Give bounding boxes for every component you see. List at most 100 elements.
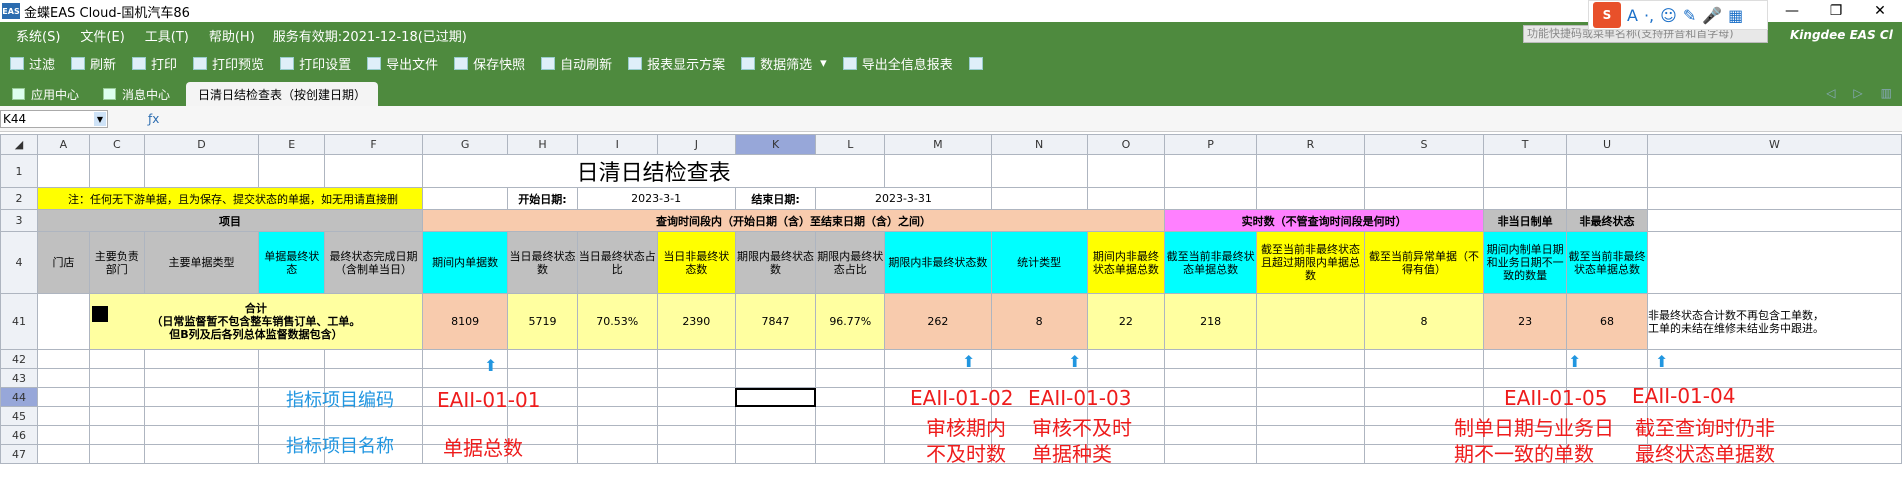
cell[interactable] bbox=[37, 349, 90, 369]
cell[interactable] bbox=[990, 154, 1088, 188]
filter-button[interactable]: 过滤 bbox=[10, 54, 55, 73]
value-T[interactable]: 23 bbox=[1483, 293, 1568, 350]
value-U[interactable]: 68 bbox=[1566, 293, 1648, 350]
value-P[interactable]: 218 bbox=[1164, 293, 1258, 350]
cell[interactable] bbox=[1483, 368, 1568, 388]
header-G[interactable]: 期间内单据数 bbox=[421, 231, 509, 294]
header-P[interactable]: 截至当前非最终状态单据总数 bbox=[1164, 231, 1258, 294]
value-N[interactable]: 8 bbox=[990, 293, 1088, 350]
chevron-down-icon[interactable]: ▼ bbox=[94, 111, 106, 126]
remark-cell[interactable]: 非最终状态合计数不再包含工单数， 工单的未结在维修未结业务中跟进。 bbox=[1646, 293, 1902, 350]
cell[interactable] bbox=[37, 444, 90, 464]
row-header-2[interactable]: 2 bbox=[0, 187, 39, 210]
tab-app-center[interactable]: 应用中心 bbox=[0, 82, 91, 106]
total-label-cell[interactable]: 合计 （日常监督暂不包含整车销售订单、工单。 但B列及后各列总体监督数据包含） bbox=[88, 293, 423, 350]
cell[interactable] bbox=[88, 406, 145, 426]
header-finaldate[interactable]: 最终状态完成日期（含制单当日） bbox=[324, 231, 423, 294]
cell[interactable] bbox=[507, 368, 578, 388]
cell[interactable] bbox=[143, 368, 260, 388]
header-dept[interactable]: 主要负责部门 bbox=[88, 231, 145, 294]
print-settings-button[interactable]: 打印设置 bbox=[280, 54, 351, 73]
value-K[interactable]: 7847 bbox=[734, 293, 817, 350]
value-G[interactable]: 8109 bbox=[421, 293, 509, 350]
cell[interactable] bbox=[1086, 154, 1166, 188]
col-header-U[interactable]: U bbox=[1566, 134, 1648, 155]
cell[interactable] bbox=[143, 406, 260, 426]
ime-pen-icon[interactable]: ✎ bbox=[1683, 6, 1696, 25]
cell[interactable] bbox=[1646, 154, 1902, 188]
col-header-G[interactable]: G bbox=[421, 134, 509, 155]
col-header-H[interactable]: H bbox=[507, 134, 578, 155]
value-L[interactable]: 96.77% bbox=[815, 293, 886, 350]
cell[interactable] bbox=[1483, 349, 1568, 369]
cell[interactable] bbox=[656, 368, 736, 388]
cell[interactable] bbox=[37, 406, 90, 426]
auto-refresh-button[interactable]: 自动刷新 bbox=[541, 54, 612, 73]
cell[interactable] bbox=[656, 444, 736, 464]
row-header-47[interactable]: 47 bbox=[0, 444, 39, 464]
tab-first-icon[interactable]: ◁ bbox=[1826, 86, 1835, 100]
cell[interactable] bbox=[37, 425, 90, 445]
cell[interactable] bbox=[1256, 187, 1365, 210]
cell[interactable] bbox=[1164, 349, 1258, 369]
cell[interactable] bbox=[88, 349, 145, 369]
cell[interactable] bbox=[143, 444, 260, 464]
header-N[interactable]: 统计类型 bbox=[990, 231, 1088, 294]
cell[interactable] bbox=[1164, 154, 1258, 188]
value-H[interactable]: 5719 bbox=[507, 293, 578, 350]
col-header-R[interactable]: R bbox=[1256, 134, 1365, 155]
header-type[interactable]: 主要单据类型 bbox=[143, 231, 260, 294]
col-header-L[interactable]: L bbox=[815, 134, 886, 155]
cell[interactable] bbox=[1086, 368, 1166, 388]
print-button[interactable]: 打印 bbox=[132, 54, 177, 73]
corner-cell[interactable]: ◢ bbox=[0, 134, 39, 155]
col-header-P[interactable]: P bbox=[1164, 134, 1258, 155]
cell[interactable] bbox=[258, 349, 326, 369]
cell[interactable] bbox=[88, 425, 145, 445]
col-header-K[interactable]: K bbox=[734, 134, 817, 155]
cell[interactable] bbox=[990, 368, 1088, 388]
ime-mic-icon[interactable]: 🎤 bbox=[1702, 6, 1722, 25]
row-header-41[interactable]: 41 bbox=[0, 293, 39, 350]
cell[interactable] bbox=[815, 406, 886, 426]
cell-name-box[interactable]: K44 ▼ bbox=[0, 109, 108, 128]
col-header-I[interactable]: I bbox=[576, 134, 658, 155]
group-realtime-header[interactable]: 实时数（不管查询时间段是何时） bbox=[1164, 209, 1485, 232]
col-header-E[interactable]: E bbox=[258, 134, 326, 155]
col-header-J[interactable]: J bbox=[656, 134, 736, 155]
cell[interactable] bbox=[1363, 187, 1485, 210]
cell[interactable] bbox=[576, 425, 658, 445]
cell[interactable] bbox=[1646, 349, 1902, 369]
tab-message-center[interactable]: 消息中心 bbox=[91, 82, 182, 106]
cell[interactable] bbox=[656, 406, 736, 426]
cell[interactable] bbox=[1483, 187, 1568, 210]
row-header-46[interactable]: 46 bbox=[0, 425, 39, 445]
menu-help[interactable]: 帮助(H) bbox=[209, 26, 255, 45]
cell[interactable] bbox=[1164, 425, 1258, 445]
refresh-button[interactable]: 刷新 bbox=[71, 54, 116, 73]
value-I[interactable]: 70.53% bbox=[576, 293, 658, 350]
ime-font-icon[interactable]: A bbox=[1627, 6, 1638, 25]
cell[interactable] bbox=[88, 154, 145, 188]
value-R[interactable] bbox=[1256, 293, 1365, 350]
cell[interactable] bbox=[576, 406, 658, 426]
cell[interactable] bbox=[1363, 368, 1485, 388]
header-M[interactable]: 期限内非最终状态数 bbox=[884, 231, 992, 294]
group-item-header[interactable]: 项目 bbox=[37, 209, 423, 232]
cell[interactable] bbox=[88, 444, 145, 464]
value-M[interactable]: 262 bbox=[884, 293, 992, 350]
col-header-C[interactable]: C bbox=[88, 134, 145, 155]
save-snapshot-button[interactable]: 保存快照 bbox=[454, 54, 525, 73]
menu-tools[interactable]: 工具(T) bbox=[145, 26, 189, 45]
cell[interactable] bbox=[324, 368, 423, 388]
menu-system[interactable]: 系统(S) bbox=[16, 26, 60, 45]
header-R[interactable]: 截至当前非最终状态且超过期限内单据总数 bbox=[1256, 231, 1365, 294]
tab-prev-icon[interactable]: ▷ bbox=[1853, 86, 1862, 100]
row-header-42[interactable]: 42 bbox=[0, 349, 39, 369]
cell[interactable] bbox=[1566, 187, 1648, 210]
cell[interactable] bbox=[1363, 154, 1485, 188]
close-icon[interactable]: ✕ bbox=[1858, 0, 1902, 22]
cell[interactable] bbox=[656, 349, 736, 369]
cell[interactable] bbox=[734, 425, 817, 445]
cell[interactable] bbox=[143, 425, 260, 445]
